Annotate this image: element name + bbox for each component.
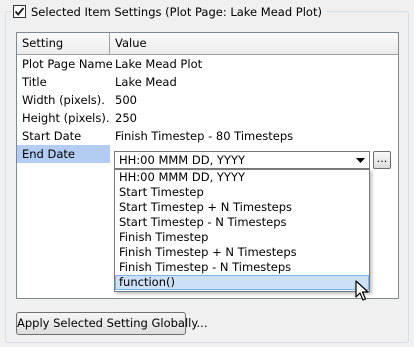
column-header-setting[interactable]: Setting	[17, 33, 110, 54]
dropdown-option[interactable]: Finish Timestep	[115, 230, 369, 245]
dropdown-option[interactable]: HH:00 MMM DD, YYYY	[115, 170, 369, 185]
value-cell[interactable]: Lake Mead	[110, 73, 398, 91]
combobox-selected-value: HH:00 MMM DD, YYYY	[119, 153, 246, 167]
group-title: Selected Item Settings (Plot Page: Lake …	[31, 4, 322, 19]
table-row[interactable]: Plot Page Name Lake Mead Plot	[17, 55, 398, 73]
column-header-value[interactable]: Value	[110, 33, 398, 54]
setting-cell: End Date	[17, 145, 110, 163]
checkmark-icon	[14, 7, 25, 16]
dropdown-option[interactable]: Finish Timestep - N Timesteps	[115, 260, 369, 275]
chevron-down-icon[interactable]	[353, 153, 368, 167]
mouse-pointer-icon	[355, 280, 369, 301]
end-date-combobox[interactable]: HH:00 MMM DD, YYYY	[114, 151, 370, 169]
table-row[interactable]: Title Lake Mead	[17, 73, 398, 91]
setting-cell: Start Date	[22, 129, 82, 143]
setting-cell: Width (pixels).	[22, 93, 105, 107]
apply-setting-globally-button[interactable]: Apply Selected Setting Globally...	[16, 312, 207, 335]
browse-button[interactable]: ...	[373, 151, 391, 169]
value-cell[interactable]: Lake Mead Plot	[110, 55, 398, 73]
group-legend: Selected Item Settings (Plot Page: Lake …	[11, 3, 326, 20]
dropdown-option[interactable]: Start Timestep - N Timesteps	[115, 215, 369, 230]
value-cell[interactable]: 250	[110, 109, 398, 127]
dropdown-option[interactable]: Start Timestep + N Timesteps	[115, 200, 369, 215]
setting-cell: Plot Page Name	[22, 57, 113, 71]
table-row[interactable]: Height (pixels). 250	[17, 109, 398, 127]
end-date-dropdown-list: HH:00 MMM DD, YYYY Start Timestep Start …	[114, 169, 370, 292]
grid-header: Setting Value	[17, 33, 398, 55]
value-cell[interactable]: Finish Timestep - 80 Timesteps	[110, 127, 398, 145]
group-enable-checkbox[interactable]	[13, 5, 26, 18]
dropdown-option[interactable]: Finish Timestep + N Timesteps	[115, 245, 369, 260]
dropdown-option[interactable]: Start Timestep	[115, 185, 369, 200]
table-row[interactable]: Start Date Finish Timestep - 80 Timestep…	[17, 127, 398, 145]
setting-cell: Height (pixels).	[22, 111, 110, 125]
value-cell[interactable]: 500	[110, 91, 398, 109]
setting-cell: Title	[22, 75, 47, 89]
dropdown-option-highlighted[interactable]: function()	[115, 275, 369, 290]
table-row[interactable]: Width (pixels). 500	[17, 91, 398, 109]
